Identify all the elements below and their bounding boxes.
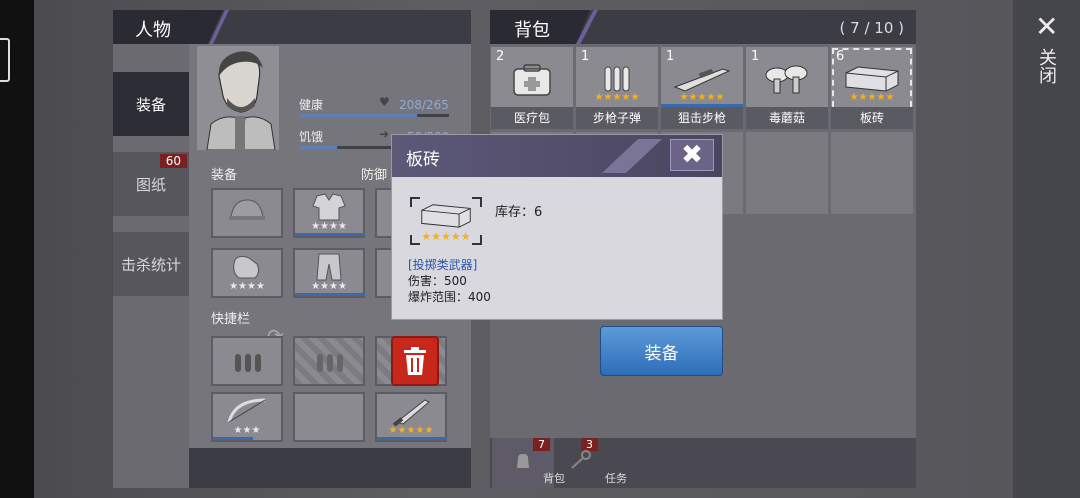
- defense-section-label: 防御: [361, 168, 388, 183]
- hunger-label: 饥饿: [299, 130, 324, 144]
- brick-icon: [845, 66, 899, 92]
- heart-icon: ♥: [379, 95, 390, 109]
- bag-item-label: 医疗包: [491, 107, 573, 129]
- quickbar-slot-knife[interactable]: ★★★★★: [375, 392, 447, 442]
- body-armor-slot[interactable]: ★★★★: [293, 188, 365, 238]
- popup-item-stars: ★★★★★: [421, 230, 471, 243]
- bow-icon: [227, 398, 266, 423]
- backpack-capacity: ( 7 / 10 ): [839, 19, 904, 37]
- bag-item-brick[interactable]: 6 ★★★★★ 板砖: [830, 46, 914, 130]
- bag-slot-empty[interactable]: [830, 131, 914, 215]
- backpack-footer: 7 背包 3 任务: [490, 438, 916, 488]
- trash-icon: [404, 347, 426, 375]
- brick-icon: [421, 204, 471, 228]
- armor-stars: ★★★★: [311, 221, 347, 232]
- tab-blueprints[interactable]: 60 图纸: [113, 152, 189, 216]
- gloves-slot[interactable]: ★★★★: [211, 248, 283, 298]
- character-title-bar: 人物: [113, 10, 471, 44]
- close-x-icon: ✖: [681, 140, 703, 170]
- character-portrait: [197, 46, 279, 150]
- bag-slot-empty[interactable]: [745, 131, 829, 215]
- sniper-rifle-icon: [673, 68, 731, 92]
- popup-damage: 伤害：500: [408, 274, 467, 288]
- helmet-icon: [229, 199, 265, 220]
- popup-stock: 库存：6: [495, 205, 543, 220]
- hexagon-icon: [0, 38, 10, 82]
- close-label[interactable]: 关闭: [1035, 48, 1059, 84]
- bag-item-stars: ★★★★★: [849, 92, 895, 103]
- tab-kill-stats[interactable]: 击杀统计: [113, 232, 189, 296]
- blueprint-count-badge: 60: [159, 154, 187, 168]
- jacket-icon: [312, 193, 346, 221]
- ammo-faded-icon: [317, 354, 343, 372]
- rifle-ammo-icon: [604, 66, 630, 92]
- tab-equipment[interactable]: 装备: [113, 72, 189, 136]
- ammo-icon: [235, 354, 261, 372]
- gloves-stars: ★★★★: [229, 281, 265, 292]
- pants-stars: ★★★★: [311, 281, 347, 292]
- quickbar-slot-bow[interactable]: ★★★: [211, 392, 283, 442]
- bow-stars: ★★★: [233, 425, 261, 436]
- item-detail-popup: 板砖 ✖ ★★★★★ 库存：6 [投掷类武器] 伤害：500 爆炸范围：400: [391, 134, 723, 320]
- bag-item-poison-mushroom[interactable]: 1 毒蘑菇: [745, 46, 829, 130]
- machete-stars: ★★★★★: [388, 425, 434, 436]
- backpack-title: 背包: [514, 20, 550, 41]
- bag-item-label: 狙击步枪: [661, 107, 743, 129]
- backpack-icon: [517, 454, 529, 468]
- popup-header: 板砖 ✖: [392, 135, 722, 177]
- pants-slot[interactable]: ★★★★: [293, 248, 365, 298]
- quickbar-slot-locked[interactable]: [293, 336, 365, 386]
- close-panel[interactable]: ✕ 关闭: [1013, 0, 1080, 498]
- health-value: 208/265: [399, 98, 449, 112]
- tab-quests[interactable]: 3 任务: [554, 438, 627, 488]
- quickbar-slot-empty[interactable]: [293, 392, 365, 442]
- equip-button[interactable]: 装备: [600, 326, 723, 376]
- bag-item-medkit[interactable]: 2 医疗包: [490, 46, 574, 130]
- bag-item-rifle-ammo[interactable]: 1 ★★★★★ 步枪子弹: [575, 46, 659, 130]
- bag-item-label: 毒蘑菇: [746, 107, 828, 129]
- bag-item-stars: ★★★★★: [594, 92, 640, 103]
- equipment-section-label: 装备: [211, 168, 238, 183]
- backpack-title-bar: 背包 ( 7 / 10 ): [490, 10, 916, 44]
- popup-blast-range: 爆炸范围：400: [408, 290, 491, 304]
- delete-button[interactable]: [391, 336, 439, 386]
- gloves-icon: [233, 255, 260, 279]
- close-icon[interactable]: ✕: [1035, 10, 1058, 43]
- popup-close-button[interactable]: ✖: [670, 139, 714, 171]
- quickbar-slot-ammo[interactable]: [211, 336, 283, 386]
- pants-icon: [316, 253, 342, 281]
- quickbar-label: 快捷栏: [211, 312, 251, 327]
- bag-item-stars: ★★★★★: [679, 92, 725, 103]
- bag-item-label: 步枪子弹: [576, 107, 658, 129]
- tab-backpack[interactable]: 7 背包: [492, 438, 565, 488]
- popup-category: [投掷类武器]: [408, 258, 478, 272]
- bag-item-label: 板砖: [831, 107, 913, 129]
- health-label: 健康: [299, 98, 324, 112]
- left-edge-strip: [0, 0, 34, 498]
- key-icon: [571, 450, 591, 469]
- health-bar: [299, 114, 449, 117]
- medkit-icon: [513, 64, 551, 96]
- popup-item-frame: ★★★★★: [410, 197, 482, 245]
- character-footer: [189, 448, 471, 488]
- mushroom-icon: [765, 65, 808, 94]
- popup-title: 板砖: [406, 150, 440, 170]
- bag-item-sniper-rifle[interactable]: 1 ★★★★★ 狙击步枪: [660, 46, 744, 130]
- helmet-slot[interactable]: [211, 188, 283, 238]
- hunger-icon: ➜: [379, 127, 390, 141]
- machete-icon: [392, 399, 430, 426]
- character-title: 人物: [135, 20, 171, 41]
